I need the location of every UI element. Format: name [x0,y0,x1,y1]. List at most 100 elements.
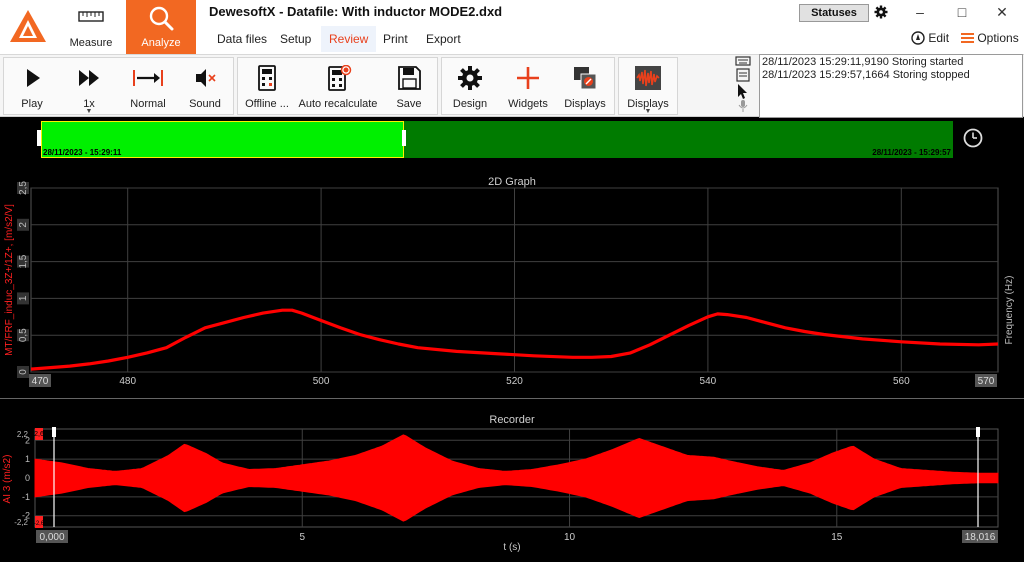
measure-mode-button[interactable]: Measure [56,0,126,54]
statuses-button[interactable]: Statuses [799,4,869,22]
x-tick-label: 15 [831,532,843,543]
displays-dropdown[interactable]: Displays ▼ [620,57,676,115]
left-cursor-handle [52,427,56,437]
settings-gear-icon[interactable] [874,5,888,19]
2d-graph-plot[interactable]: 0 0,5 1 1,5 2 2,5 480 500 520 540 560 470 570 MT/FRF_… [0,170,1024,392]
x-tick-label: 500 [313,376,330,387]
recorder-plot[interactable]: -2-10125 10 150,000 18,016t (s)AI 3 (m/s2)2… [0,399,1024,562]
event-type-icons [735,56,751,112]
keyboard-icon[interactable] [735,56,751,66]
floppy-disk-icon [398,66,421,90]
sound-button[interactable]: Sound [180,57,230,113]
displays-button[interactable]: Displays [558,57,612,113]
waveform-icon [635,66,661,90]
x-axis-label: t (s) [503,542,520,553]
y-tick-label: 2,5 [18,181,29,195]
plus-icon [517,67,539,89]
timeline-start-time: 28/11/2023 - 15:29:11 [43,148,122,157]
right-cursor-handle [976,427,980,437]
note-icon[interactable] [736,68,750,82]
y-axis-label: AI 3 (m/s2) [2,455,13,504]
offline-math-button[interactable]: Offline ... [240,57,294,113]
window-title: DewesoftX - Datafile: With inductor MODE… [209,4,503,19]
menu-data-files[interactable]: Data files [209,26,275,52]
y-tick-label: 2 [18,222,29,228]
title-bar: Measure Analyze DewesoftX - Datafile: Wi… [0,0,1024,54]
y-tick-label: 0,5 [18,328,29,342]
widgets-label: Widgets [508,98,548,110]
x-edge-label-min: 470 [32,376,49,387]
fast-forward-icon [79,70,99,86]
magnifier-icon [149,6,174,31]
microphone-icon[interactable] [738,100,748,112]
x-edge-label-min: 0,000 [39,532,64,543]
hamburger-icon [961,33,974,43]
play-button[interactable]: Play [6,57,58,113]
close-button[interactable]: ✕ [992,3,1012,21]
design-button[interactable]: Design [444,57,496,113]
menu-review[interactable]: Review [321,26,377,52]
recorder-trace [34,434,999,522]
y-tick-label: 1,5 [18,254,29,268]
x-tick-label: 5 [299,532,305,543]
save-button[interactable]: Save [384,57,434,113]
event-log[interactable]: 28/11/2023 15:29:11,9190 Storing started… [759,54,1023,118]
y-max-label: 2,6 [34,431,44,438]
x-edge-label-max: 570 [978,376,995,387]
timeline-left-handle[interactable] [37,130,41,146]
play-label: Play [21,98,43,110]
sound-label: Sound [189,98,221,110]
y2-axis-label: Frequency (Hz) [1004,276,1015,345]
dropdown-arrow-icon: ▼ [85,108,93,115]
ruler-icon [78,11,104,22]
x-tick-label: 480 [119,376,136,387]
range-arrow-icon [133,70,163,86]
cursor-icon[interactable] [738,84,747,99]
widgets-button[interactable]: Widgets [502,57,554,113]
speaker-muted-icon [196,69,216,87]
offline-label: Offline ... [245,98,289,110]
analyze-mode-button[interactable]: Analyze [126,0,196,54]
x-tick-label: 560 [893,376,910,387]
clock-icon[interactable] [963,128,983,148]
options-label: Options [977,31,1019,45]
menu-setup[interactable]: Setup [272,26,319,52]
datafile-timeline[interactable]: 28/11/2023 - 15:29:11 28/11/2023 - 15:29… [0,118,1024,162]
y-tick-label: -1 [22,492,30,502]
y-min-label: -2,6 [34,521,45,527]
y-tick-label: 0 [25,473,30,483]
recorder-panel[interactable]: Recorder -2 -1 0 1 2 5 10 15 0,000 18,016 t (s) AI … [0,398,1024,562]
menu-print[interactable]: Print [375,26,416,52]
y-tick-label: 1 [18,295,29,301]
y-tick-label: 1 [25,454,30,464]
x-tick-label: 10 [564,532,576,543]
auto-recalculate-button[interactable]: Auto recalculate [296,57,380,113]
design-label: Design [452,98,488,110]
normal-label: Normal [130,98,166,110]
event-log-entry: 28/11/2023 15:29:11,9190 Storing started [762,56,964,68]
y-axis-label: MT/FRF_induc_3Z+/1Z+, [m/s2/V] [4,204,15,356]
timeline-right-handle[interactable] [402,130,406,146]
analyze-mode-label: Analyze [141,37,181,49]
y-tick-label: 0 [18,369,29,375]
2d-graph-panel[interactable]: 2D Graph 0 0,5 1 1,5 2 2,5 480 500 520 540 560 470 5… [0,170,1024,392]
event-log-entry: 28/11/2023 15:29:57,1664 Storing stopped [762,69,970,81]
menu-export[interactable]: Export [418,26,469,52]
displays-stack-icon [574,67,597,90]
options-button[interactable]: Options [961,31,1019,45]
dewesoft-logo-icon [10,10,46,42]
dropdown-arrow-icon: ▼ [644,108,652,115]
x-edge-label-max: 18,016 [965,532,996,543]
edit-button[interactable]: Edit [911,31,949,45]
minimize-button[interactable]: – [910,3,930,21]
normal-mode-button[interactable]: Normal [120,57,176,113]
measure-mode-label: Measure [69,37,113,49]
speed-dropdown[interactable]: 1x ▼ [62,57,116,115]
x-tick-label: 540 [700,376,717,387]
maximize-button[interactable]: □ [952,3,972,21]
gear-icon [458,66,482,90]
edit-label: Edit [928,31,950,45]
play-icon [27,69,40,87]
displays-label: Displays [564,98,606,110]
recalc-label: Auto recalculate [298,98,378,110]
